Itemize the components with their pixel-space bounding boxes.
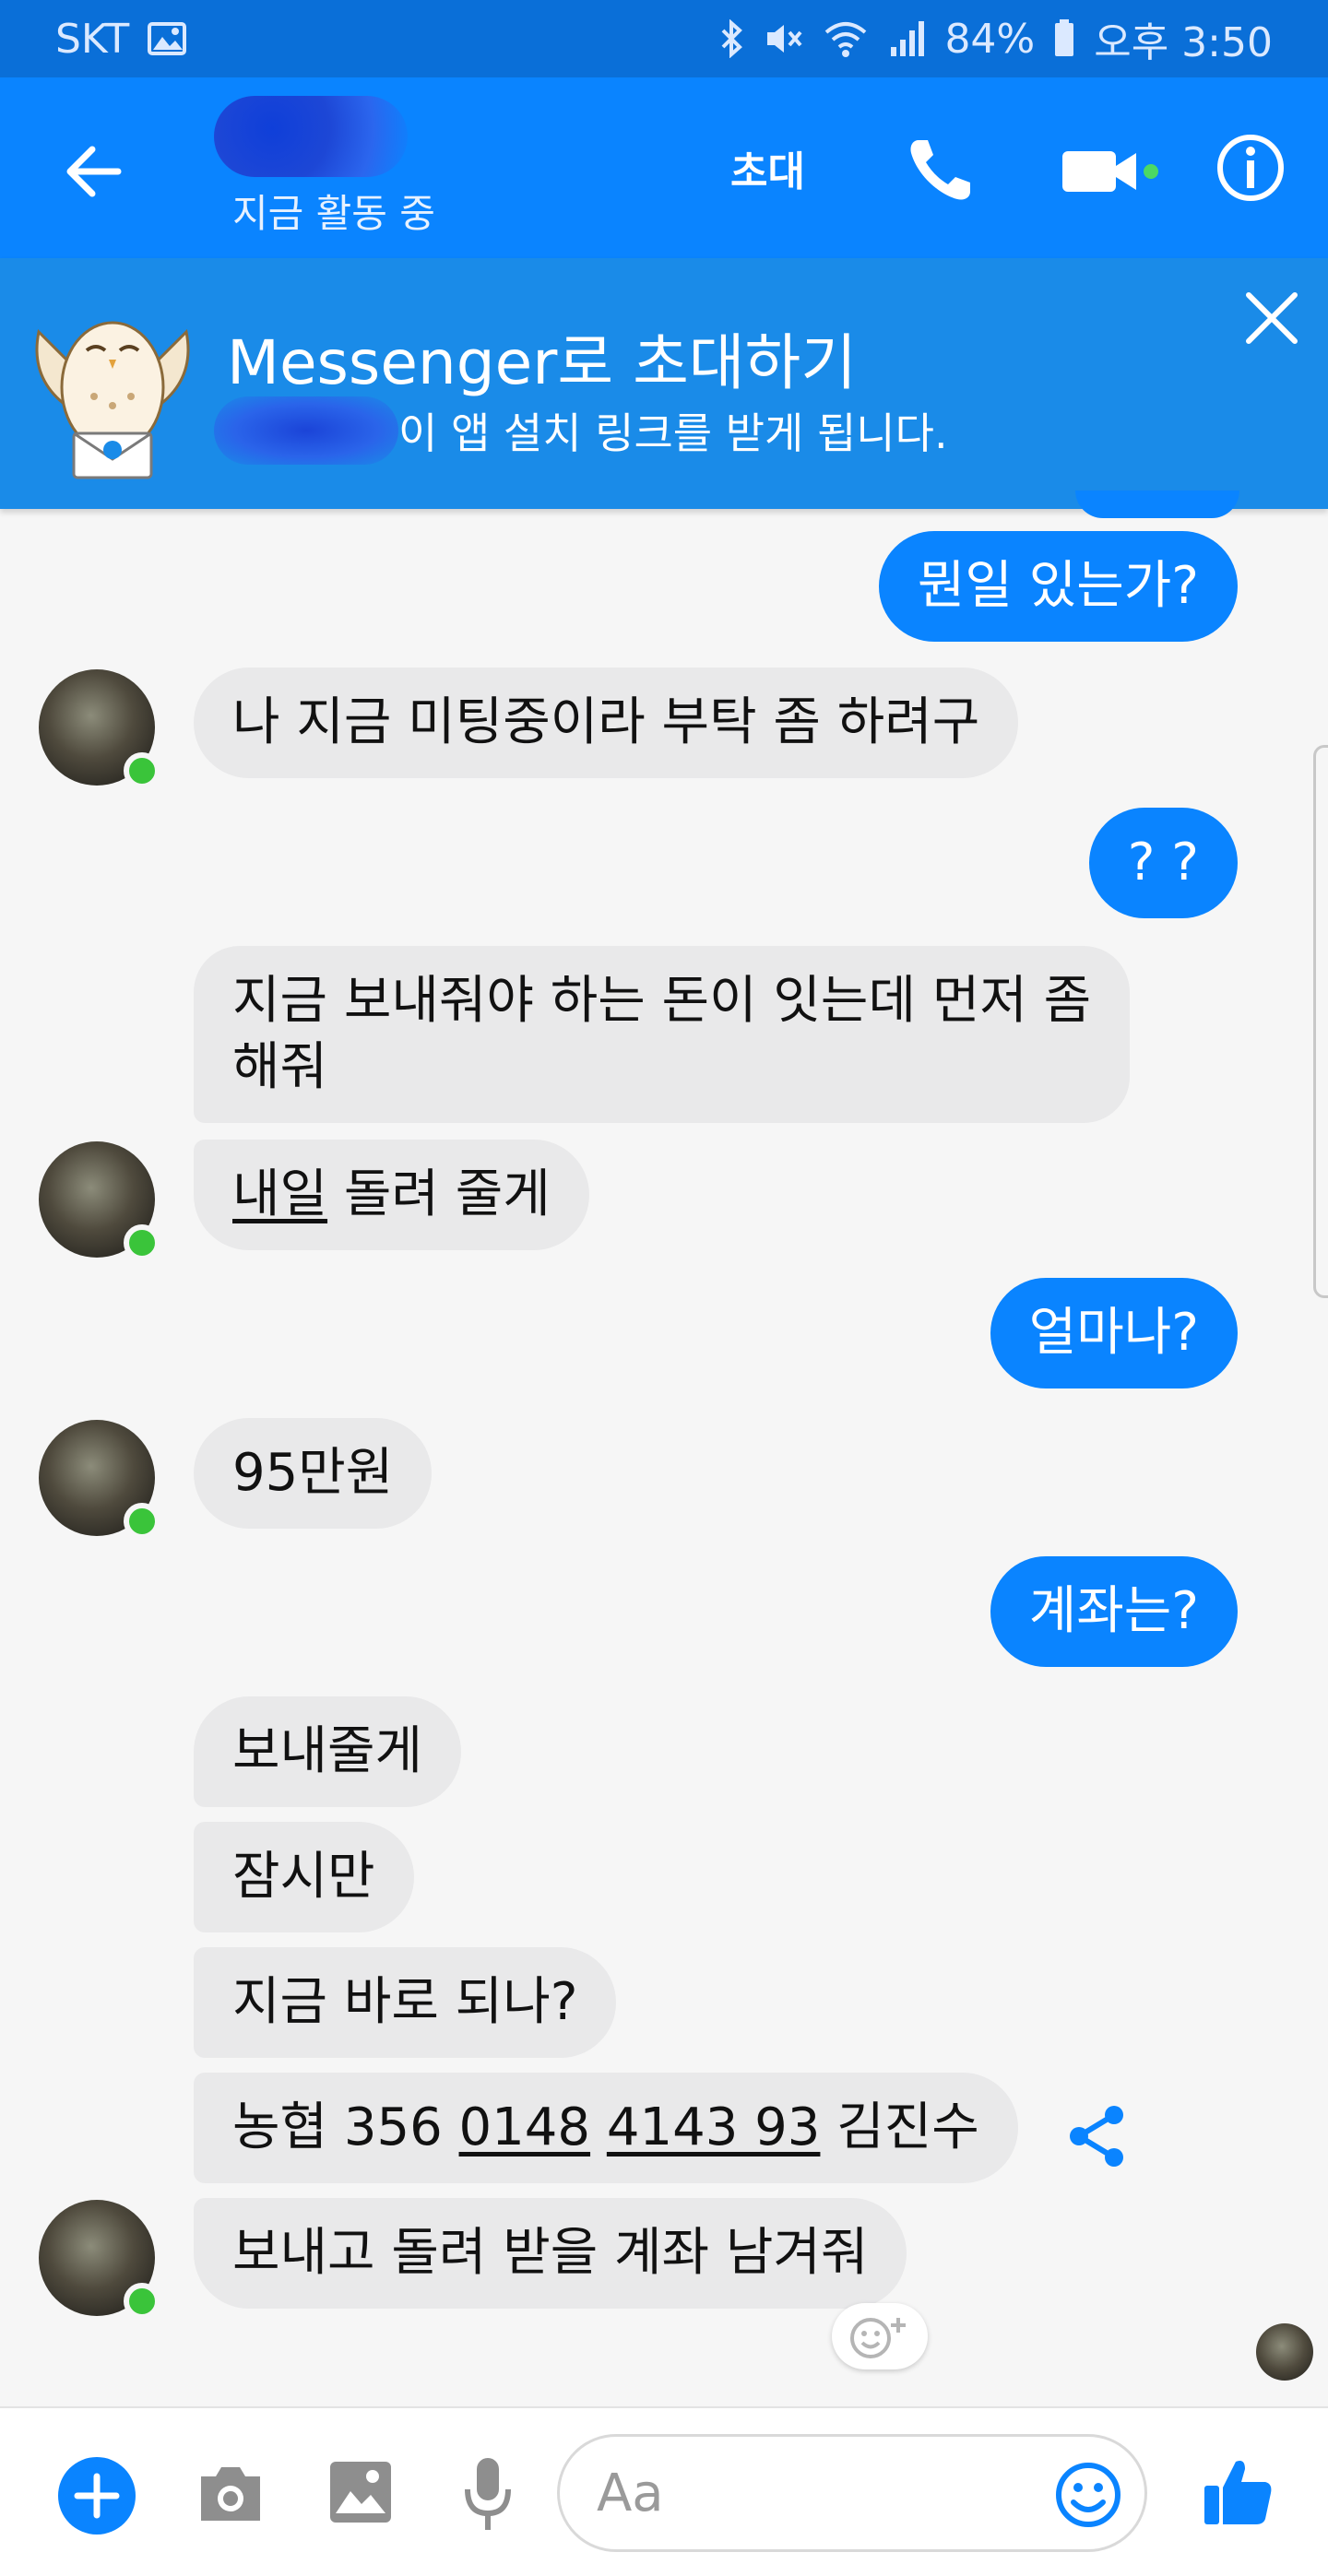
contact-avatar[interactable] [39, 1420, 160, 1540]
message-list[interactable]: 뭔일 있는가? 나 지금 미팅중이라 부탁 좀 하려구 ? ? 지금 보내줘야 … [0, 490, 1328, 2406]
info-icon[interactable] [1214, 131, 1287, 205]
microphone-icon[interactable] [463, 2456, 513, 2532]
scrollbar[interactable] [1313, 745, 1328, 1298]
camera-icon[interactable] [196, 2462, 266, 2526]
message-text: 돌려 줄게 [327, 1164, 551, 1224]
contact-avatar[interactable] [39, 1141, 160, 1261]
clock: 오후 3:50 [1094, 19, 1273, 66]
contact-name-redacted[interactable] [214, 96, 408, 177]
online-indicator [124, 1224, 160, 1261]
message-bubble-incoming[interactable]: 나 지금 미팅중이라 부탁 좀 하려구 [194, 668, 1019, 778]
signal-icon [891, 21, 925, 56]
battery-percent: 84% [944, 15, 1036, 63]
message-text: 김진수 [820, 2097, 979, 2157]
plus-icon[interactable] [57, 2456, 136, 2535]
invite-banner[interactable]: Messenger로 초대하기 이 앱 설치 링크를 받게 됩니다. [0, 258, 1328, 509]
back-arrow-icon[interactable] [57, 135, 131, 208]
message-bubble-outgoing[interactable]: 얼마나? [990, 1278, 1238, 1388]
date-link[interactable]: 내일 [232, 1164, 327, 1224]
online-indicator [124, 1503, 160, 1540]
emoji-add-icon [850, 2318, 906, 2358]
message-bubble-outgoing[interactable]: ? ? [1088, 808, 1238, 918]
online-indicator [124, 2283, 160, 2320]
bluetooth-icon [722, 19, 743, 58]
message-text: 농협 356 [232, 2097, 459, 2157]
message-bubble-incoming[interactable]: 잠시만 [194, 1822, 414, 1932]
message-bubble-incoming[interactable]: 지금 보내줘야 하는 돈이 잇는데 먼저 좀 해줘 [194, 946, 1131, 1123]
message-bubble-incoming[interactable]: 내일 돌려 줄게 [194, 1140, 589, 1250]
message-bubble-incoming[interactable]: 농협 356 0148 4143 93 김진수 [194, 2073, 1018, 2183]
photo-gallery-icon[interactable] [328, 2460, 393, 2524]
video-call-icon[interactable] [1059, 138, 1160, 203]
close-icon[interactable] [1239, 286, 1304, 350]
message-bubble-incoming[interactable]: 지금 바로 되나? [194, 1947, 617, 2058]
seen-receipt-avatar [1256, 2323, 1313, 2381]
message-bubble-partial[interactable] [1075, 490, 1239, 518]
banner-subtitle-row: 이 앱 설치 링크를 받게 됩니다. [214, 396, 948, 465]
invite-button[interactable]: 초대 [730, 138, 805, 197]
message-line: 해줘 [232, 1037, 328, 1097]
wifi-icon [825, 22, 867, 57]
online-indicator [124, 752, 160, 789]
banner-title: Messenger로 초대하기 [227, 327, 857, 398]
phone-number-link[interactable]: 0148 [459, 2097, 591, 2157]
message-bubble-outgoing[interactable]: 뭔일 있는가? [878, 531, 1238, 642]
message-text [590, 2097, 607, 2157]
phone-number-link[interactable]: 4143 93 [607, 2097, 821, 2157]
add-reaction-button[interactable] [832, 2303, 928, 2369]
status-bar: SKT 84% 오후 3:50 [0, 0, 1328, 77]
owl-mascot-icon [35, 321, 190, 479]
banner-subtitle: 이 앱 설치 링크를 받게 됩니다. [398, 408, 948, 458]
thumbs-up-icon[interactable] [1201, 2454, 1275, 2528]
conversation-header: 지금 활동 중 초대 [0, 77, 1328, 258]
composer-bar [0, 2406, 1328, 2576]
active-status: 지금 활동 중 [232, 191, 435, 236]
message-bubble-incoming[interactable]: 보내줄게 [194, 1696, 462, 1807]
message-bubble-incoming[interactable]: 보내고 돌려 받을 계좌 남겨줘 [194, 2198, 907, 2309]
phone-call-icon[interactable] [904, 133, 978, 207]
emoji-icon[interactable] [1055, 2462, 1121, 2528]
contact-avatar[interactable] [39, 2200, 160, 2320]
message-line: 지금 보내줘야 하는 돈이 잇는데 먼저 좀 [232, 971, 1092, 1031]
mute-icon [767, 25, 802, 53]
redacted-name [214, 396, 398, 465]
share-icon[interactable] [1062, 2102, 1131, 2170]
battery-icon [1055, 19, 1074, 56]
gallery-notification-icon [148, 22, 187, 55]
message-bubble-outgoing[interactable]: 계좌는? [990, 1556, 1238, 1667]
carrier-label: SKT [55, 15, 130, 63]
contact-avatar[interactable] [39, 669, 160, 789]
message-bubble-incoming[interactable]: 95만원 [194, 1418, 433, 1529]
